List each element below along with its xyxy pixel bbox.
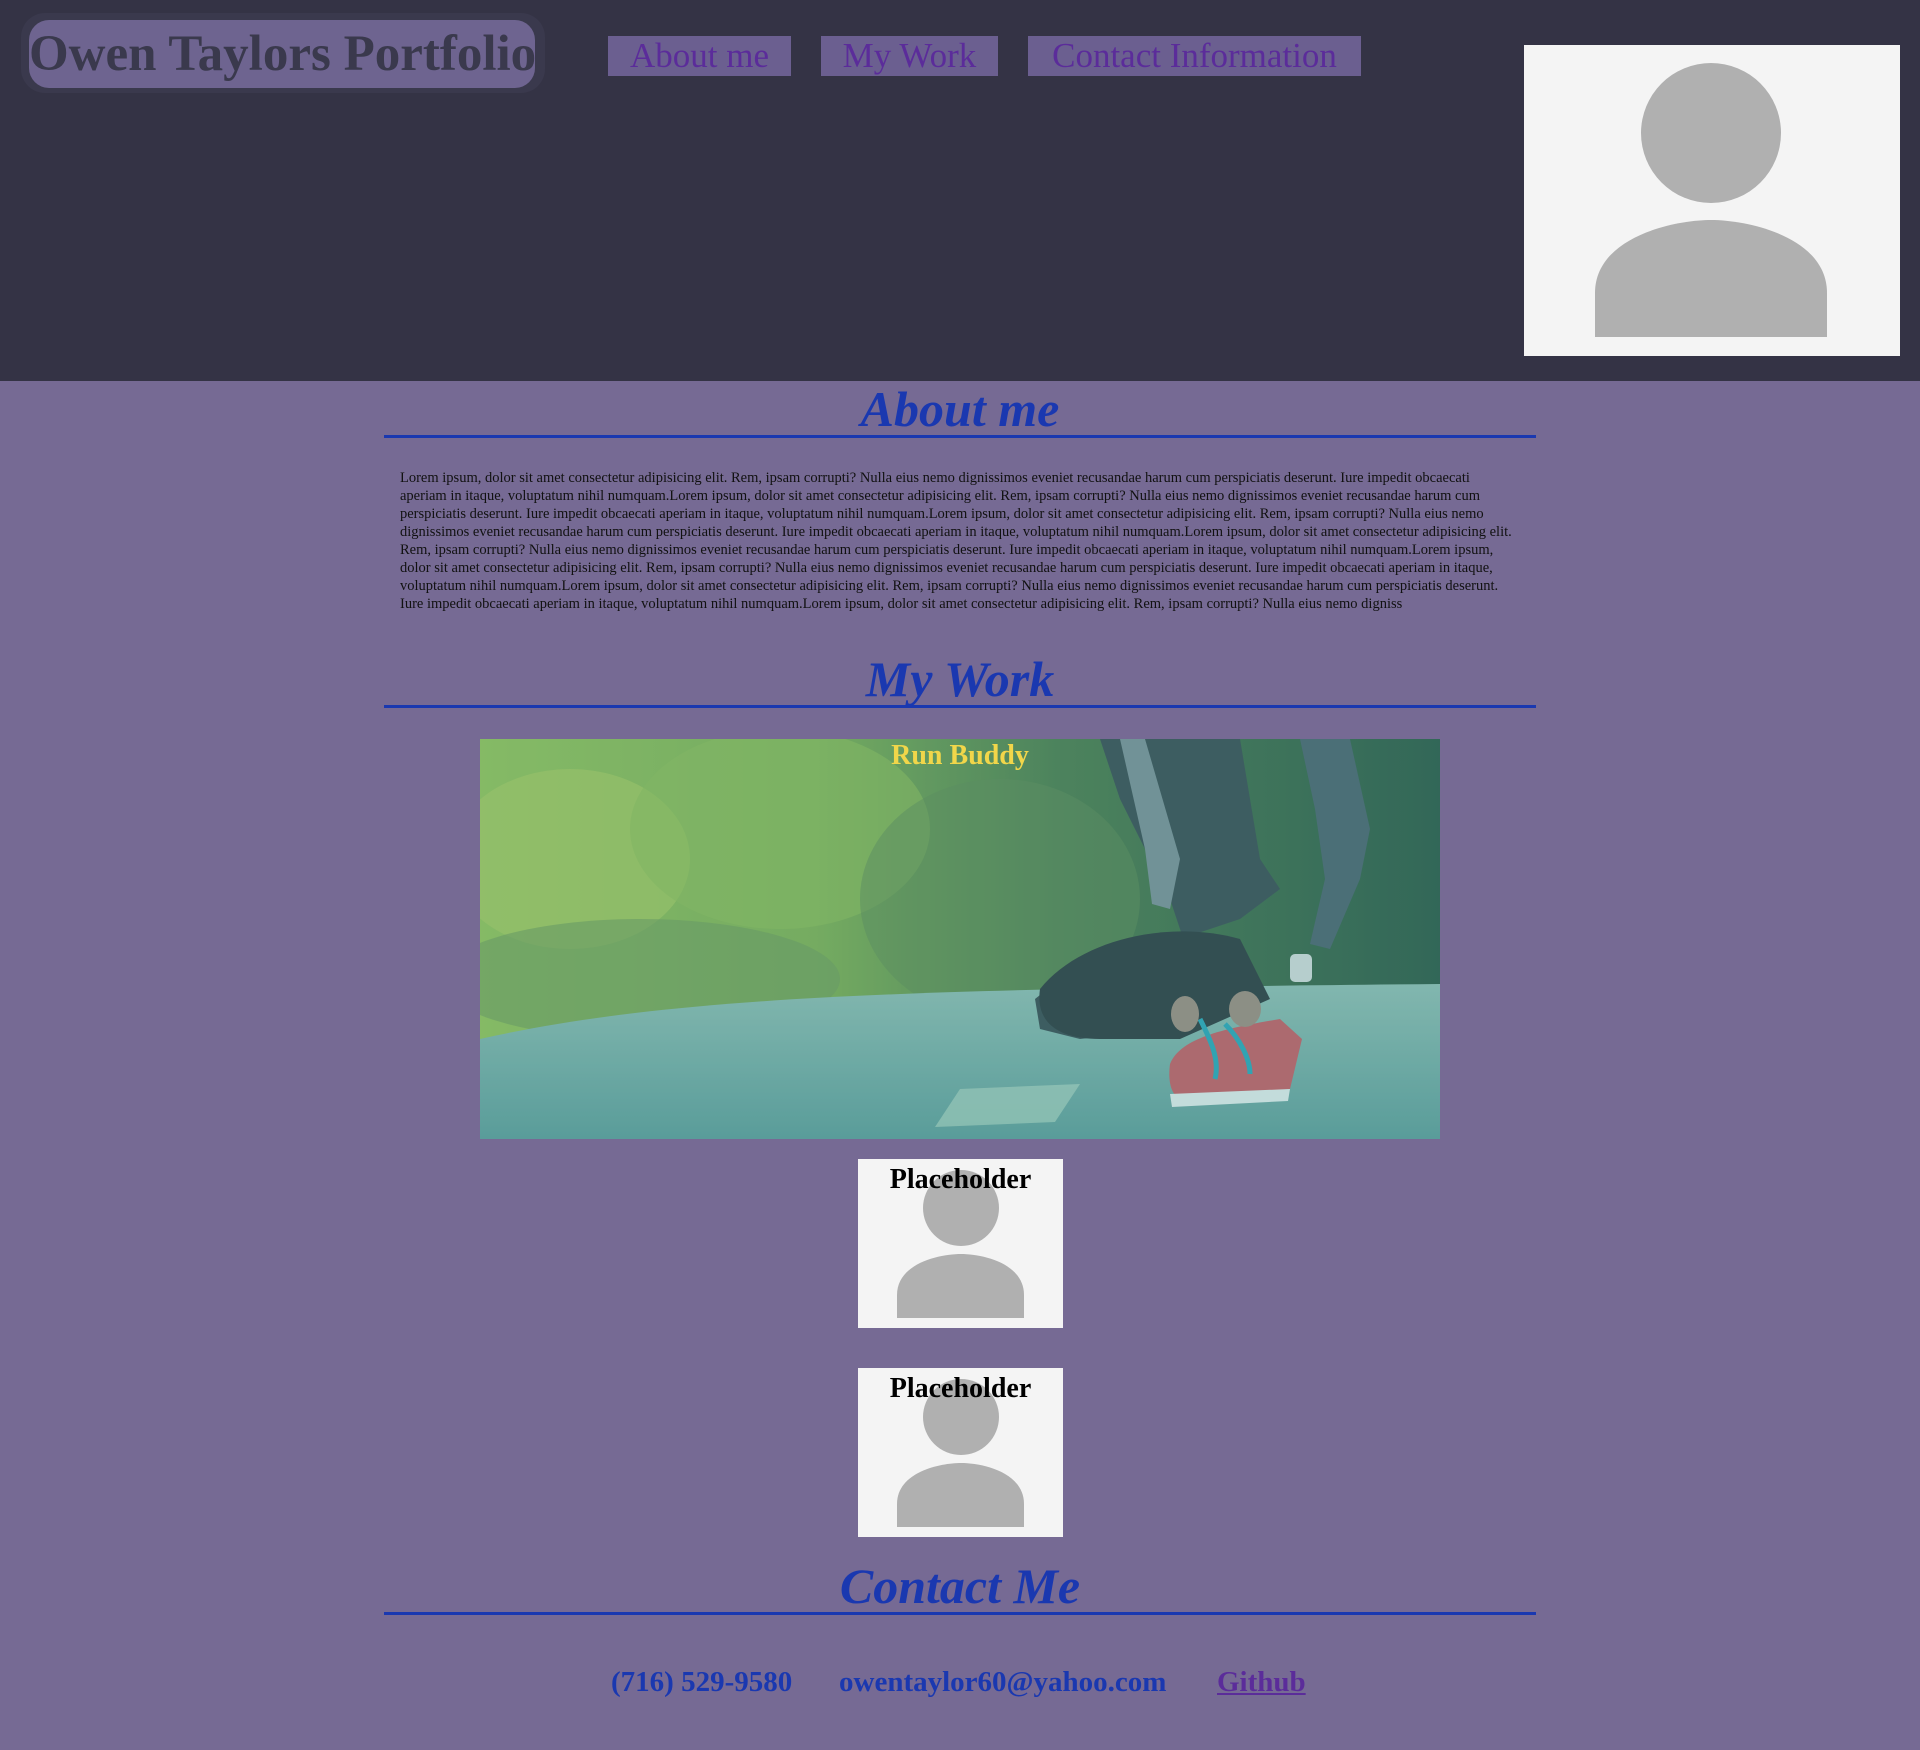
about-heading: About me xyxy=(860,381,1060,437)
runner-photo xyxy=(480,739,1440,1139)
about-divider xyxy=(384,435,1536,438)
project-title-run-buddy: Run Buddy xyxy=(891,740,1029,771)
project-title-placeholder: Placeholder xyxy=(889,1164,1032,1195)
nav-link-my-work[interactable]: My Work xyxy=(821,36,998,76)
person-silhouette-icon xyxy=(1595,63,1827,337)
project-card-run-buddy[interactable]: Run Buddy xyxy=(480,739,1440,1139)
nav-link-about-me[interactable]: About me xyxy=(608,36,791,76)
project-card-placeholder[interactable]: Placeholder xyxy=(858,1159,1063,1328)
site-header: Owen Taylors Portfolio About me My Work … xyxy=(0,0,1920,381)
about-paragraph: Lorem ipsum, dolor sit amet consectetur … xyxy=(400,470,1512,612)
contact-email: owentaylor60@yahoo.com xyxy=(839,1666,1167,1698)
my-work-divider xyxy=(384,705,1536,708)
profile-photo xyxy=(1524,45,1900,356)
github-link[interactable]: Github xyxy=(1217,1665,1306,1699)
contact-phone: (716) 529-9580 xyxy=(611,1666,793,1698)
project-title-placeholder: Placeholder xyxy=(889,1373,1032,1404)
project-card-placeholder[interactable]: Placeholder xyxy=(858,1368,1063,1537)
site-title: Owen Taylors Portfolio xyxy=(29,20,536,88)
my-work-heading: My Work xyxy=(865,651,1055,707)
nav-link-contact-information[interactable]: Contact Information xyxy=(1028,36,1361,76)
contact-heading: Contact Me xyxy=(839,1558,1081,1614)
contact-divider xyxy=(384,1612,1536,1615)
